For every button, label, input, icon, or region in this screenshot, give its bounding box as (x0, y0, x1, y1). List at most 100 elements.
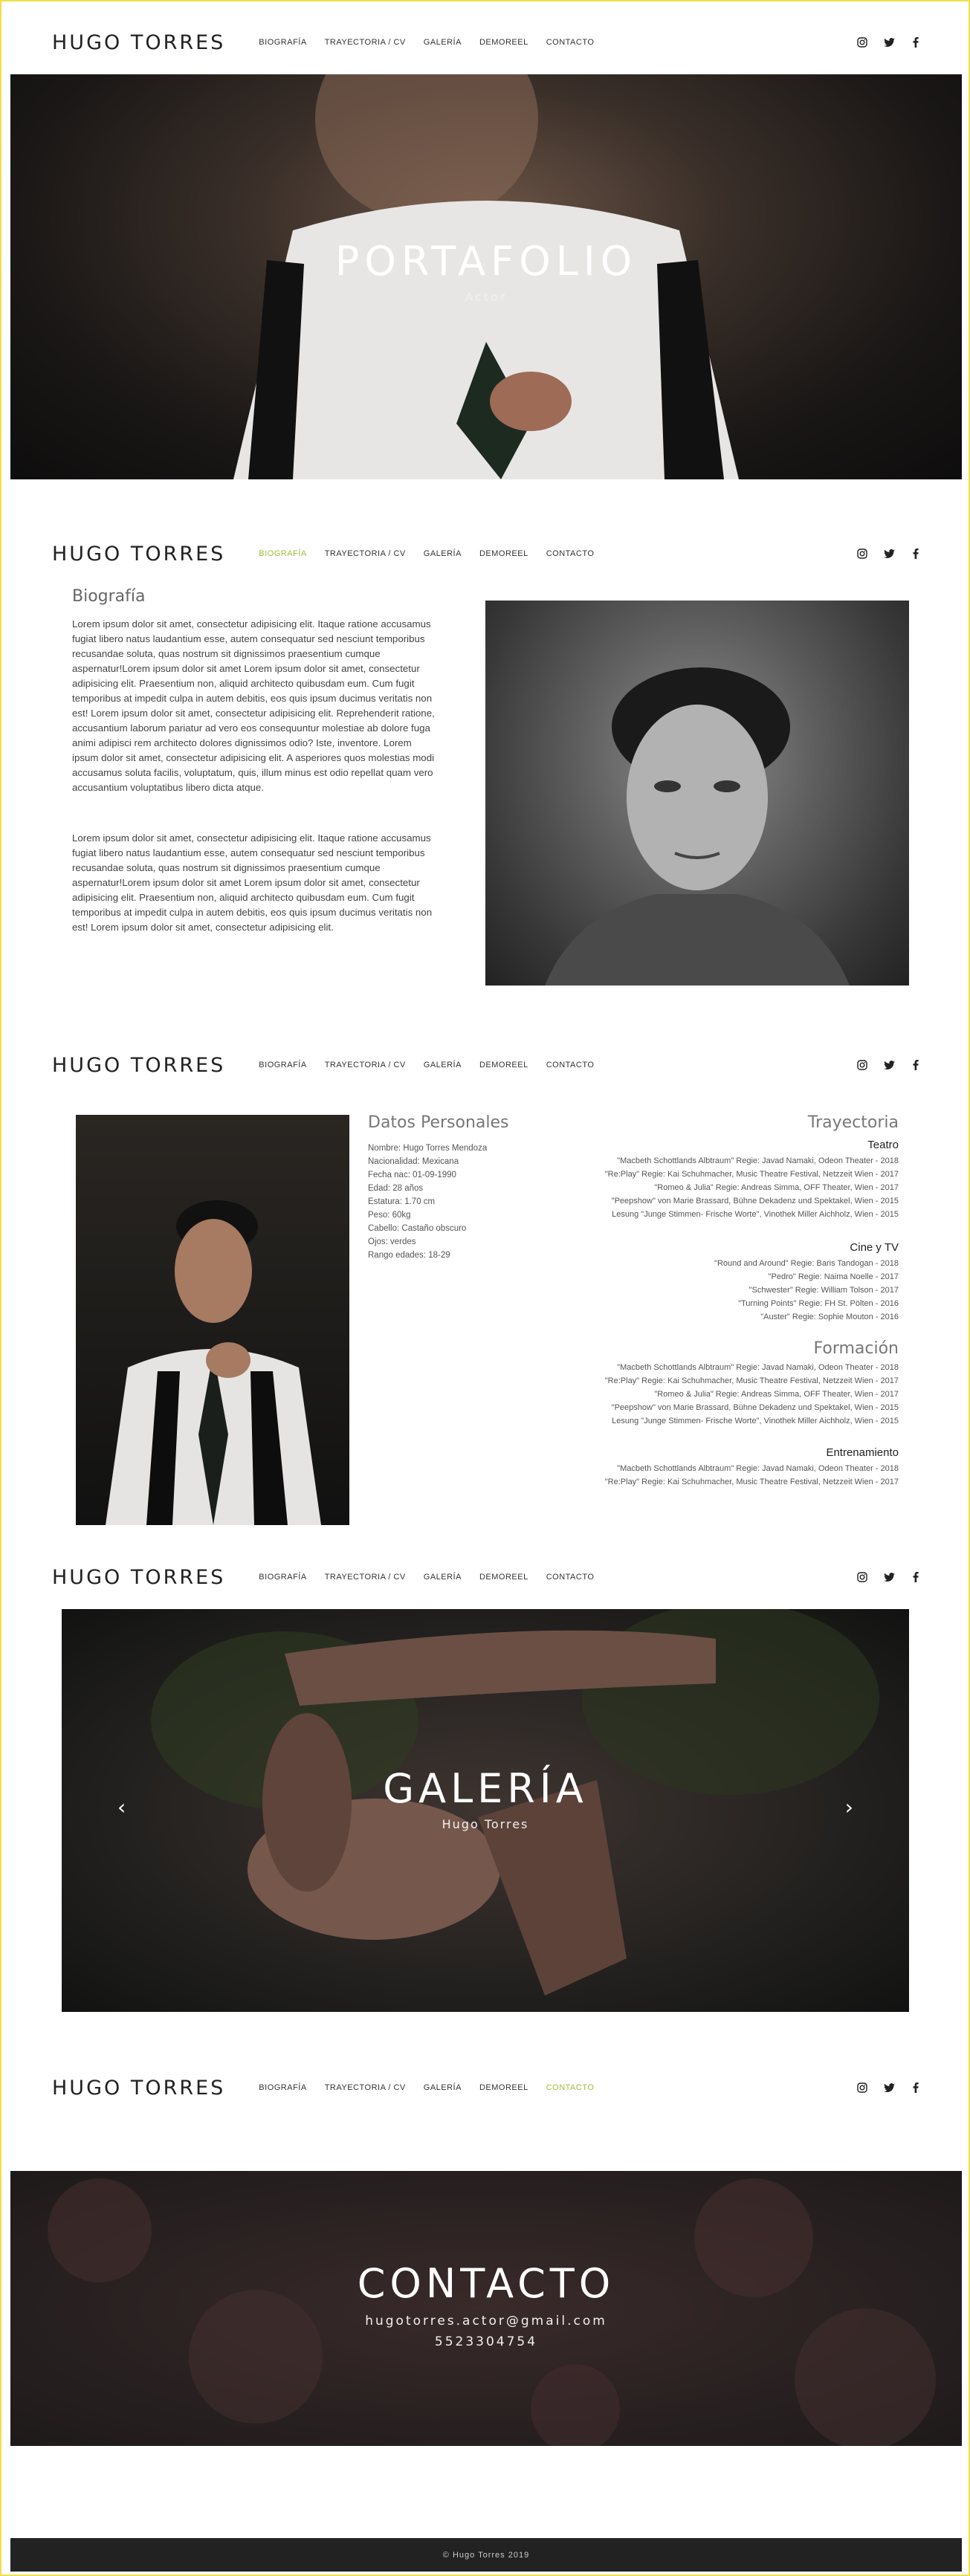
hero-subtitle: Actor (465, 290, 508, 304)
social-links (856, 548, 922, 560)
instagram-icon[interactable] (856, 1571, 868, 1583)
cv-portrait-photo (76, 1115, 349, 1525)
main-menu: BIOGRAFÍA TRAYECTORIA / CV GALERÍA DEMOR… (259, 1573, 594, 1582)
facebook-icon[interactable] (910, 2082, 922, 2094)
facebook-icon[interactable] (910, 1571, 922, 1583)
menu-item-contacto[interactable]: CONTACTO (546, 549, 595, 558)
contacto-title: CONTACTO (357, 2260, 615, 2307)
menu-item-biografia[interactable]: BIOGRAFÍA (259, 2083, 306, 2092)
menu-item-galeria[interactable]: GALERÍA (424, 38, 462, 47)
list-item: "Peepshow" von Marie Brassard, Bühne Dek… (611, 1197, 899, 1206)
brand-logo[interactable]: HUGO TORRES (52, 2077, 225, 2100)
bio-portrait-photo (485, 601, 909, 986)
menu-item-demoreel[interactable]: DEMOREEL (479, 2083, 528, 2092)
main-menu: BIOGRAFÍA TRAYECTORIA / CV GALERÍA DEMOR… (259, 2083, 594, 2092)
list-item: Lesung "Junge Stimmen- Frische Worte", V… (612, 1417, 899, 1425)
menu-item-trayectoria[interactable]: TRAYECTORIA / CV (325, 1573, 406, 1582)
brand-logo[interactable]: HUGO TORRES (52, 1054, 225, 1077)
list-item: Cabello: Castaño obscuro (368, 1224, 467, 1233)
twitter-icon[interactable] (883, 1571, 895, 1583)
menu-item-contacto[interactable]: CONTACTO (546, 1573, 595, 1582)
menu-item-galeria[interactable]: GALERÍA (424, 1061, 462, 1069)
twitter-icon[interactable] (883, 2082, 895, 2094)
menu-item-trayectoria[interactable]: TRAYECTORIA / CV (325, 2083, 406, 2092)
list-item: "Round and Around" Regie: Baris Tandogan… (714, 1259, 899, 1268)
galeria-carousel[interactable]: ‹ › GALERÍA Hugo Torres (62, 1609, 909, 2012)
list-item: "Macbeth Schottlands Albtraum" Regie: Ja… (617, 1464, 899, 1473)
menu-item-contacto[interactable]: CONTACTO (546, 1061, 595, 1069)
nav-bar: HUGO TORRES BIOGRAFÍA TRAYECTORIA / CV G… (52, 539, 922, 569)
menu-item-galeria[interactable]: GALERÍA (424, 1573, 462, 1582)
menu-item-demoreel[interactable]: DEMOREEL (479, 38, 528, 47)
teatro-list: "Macbeth Schottlands Albtraum" Regie: Ja… (605, 1154, 899, 1221)
menu-item-contacto[interactable]: CONTACTO (546, 38, 595, 47)
list-item: Estatura: 1.70 cm (368, 1197, 436, 1206)
formacion-title: Formación (813, 1339, 899, 1358)
facebook-icon[interactable] (910, 1059, 922, 1071)
teatro-block: Teatro "Macbeth Schottlands Albtraum" Re… (605, 1139, 899, 1221)
bio-title: Biografía (72, 587, 146, 606)
menu-item-biografia[interactable]: BIOGRAFÍA (259, 1573, 306, 1582)
menu-item-trayectoria[interactable]: TRAYECTORIA / CV (325, 549, 406, 558)
twitter-icon[interactable] (883, 1059, 895, 1071)
list-item: "Peepshow" von Marie Brassard, Bühne Dek… (611, 1403, 899, 1412)
menu-item-trayectoria[interactable]: TRAYECTORIA / CV (325, 38, 406, 47)
menu-item-galeria[interactable]: GALERÍA (424, 2083, 462, 2092)
list-item: "Turning Points" Regie: FH St. Pölten - … (738, 1299, 899, 1308)
main-menu: BIOGRAFÍA TRAYECTORIA / CV GALERÍA DEMOR… (259, 38, 594, 47)
list-item: "Romeo & Julia" Regie: Andreas Simma, OF… (654, 1183, 899, 1192)
contacto-email[interactable]: hugotorres.actor@gmail.com (10, 2314, 962, 2329)
menu-item-galeria[interactable]: GALERÍA (424, 549, 462, 558)
bio-paragraph-2: Lorem ipsum dolor sit amet, consectetur … (72, 832, 433, 933)
list-item: "Romeo & Julia" Regie: Andreas Simma, OF… (654, 1390, 899, 1399)
menu-item-trayectoria[interactable]: TRAYECTORIA / CV (325, 1061, 406, 1069)
datos-personales-title: Datos Personales (368, 1113, 509, 1132)
galeria-title: GALERÍA (383, 1765, 588, 1812)
social-links (856, 1571, 922, 1583)
list-item: "Pedro" Regie: Naima Noelle - 2017 (768, 1272, 899, 1281)
list-item: "Re:Play" Regie: Kai Schuhmacher, Music … (604, 1376, 899, 1385)
list-item: "Schwester" Regie: William Tolson - 2017 (748, 1286, 899, 1295)
main-menu: BIOGRAFÍA TRAYECTORIA / CV GALERÍA DEMOR… (259, 1061, 594, 1069)
nav-bar: HUGO TORRES BIOGRAFÍA TRAYECTORIA / CV G… (52, 2073, 922, 2103)
brand-logo[interactable]: HUGO TORRES (52, 543, 225, 566)
list-item: Rango edades: 18-29 (368, 1251, 450, 1260)
instagram-icon[interactable] (856, 2082, 868, 2094)
menu-item-contacto[interactable]: CONTACTO (546, 2083, 595, 2092)
formacion-block: Formación "Macbeth Schottlands Albtraum"… (605, 1339, 899, 1428)
nav-bar: HUGO TORRES BIOGRAFÍA TRAYECTORIA / CV G… (52, 1562, 922, 1592)
contacto-photo-shapes (48, 2178, 936, 2446)
instagram-icon[interactable] (856, 36, 868, 48)
list-item: "Re:Play" Regie: Kai Schuhmacher, Music … (604, 1170, 899, 1179)
nav-bar: HUGO TORRES BIOGRAFÍA TRAYECTORIA / CV G… (52, 27, 922, 57)
menu-item-biografia[interactable]: BIOGRAFÍA (259, 38, 306, 47)
menu-item-demoreel[interactable]: DEMOREEL (479, 1573, 528, 1582)
list-item: "Re:Play" Regie: Kai Schuhmacher, Music … (604, 1478, 899, 1486)
twitter-icon[interactable] (883, 548, 895, 560)
menu-item-demoreel[interactable]: DEMOREEL (479, 549, 528, 558)
galeria-subtitle: Hugo Torres (442, 1817, 529, 1831)
footer: © Hugo Torres 2019 (10, 2538, 962, 2572)
main-menu: BIOGRAFÍA TRAYECTORIA / CV GALERÍA DEMOR… (259, 549, 594, 558)
brand-logo[interactable]: HUGO TORRES (52, 31, 225, 54)
facebook-icon[interactable] (910, 36, 922, 48)
entrenamiento-title: Entrenamiento (826, 1446, 899, 1459)
facebook-icon[interactable] (910, 548, 922, 560)
brand-logo[interactable]: HUGO TORRES (52, 1566, 225, 1589)
menu-item-biografia[interactable]: BIOGRAFÍA (259, 549, 306, 558)
list-item: Edad: 28 años (368, 1184, 424, 1193)
entrenamiento-list: "Macbeth Schottlands Albtraum" Regie: Ja… (605, 1462, 899, 1489)
entrenamiento-block: Entrenamiento "Macbeth Schottlands Albtr… (605, 1446, 899, 1489)
instagram-icon[interactable] (856, 1059, 868, 1071)
contacto-phone[interactable]: 5523304754 (10, 2334, 962, 2349)
menu-item-demoreel[interactable]: DEMOREEL (479, 1061, 528, 1069)
list-item: "Auster" Regie: Sophie Mouton - 2016 (760, 1313, 899, 1321)
list-item: Fecha nac: 01-09-1990 (368, 1171, 456, 1179)
twitter-icon[interactable] (883, 36, 895, 48)
cine-list: "Round and Around" Regie: Baris Tandogan… (714, 1257, 899, 1324)
trayectoria-title: Trayectoria (807, 1113, 899, 1132)
list-item: "Macbeth Schottlands Albtraum" Regie: Ja… (617, 1156, 899, 1165)
menu-item-biografia[interactable]: BIOGRAFÍA (259, 1061, 306, 1069)
instagram-icon[interactable] (856, 548, 868, 560)
portrait-shapes (545, 667, 850, 986)
